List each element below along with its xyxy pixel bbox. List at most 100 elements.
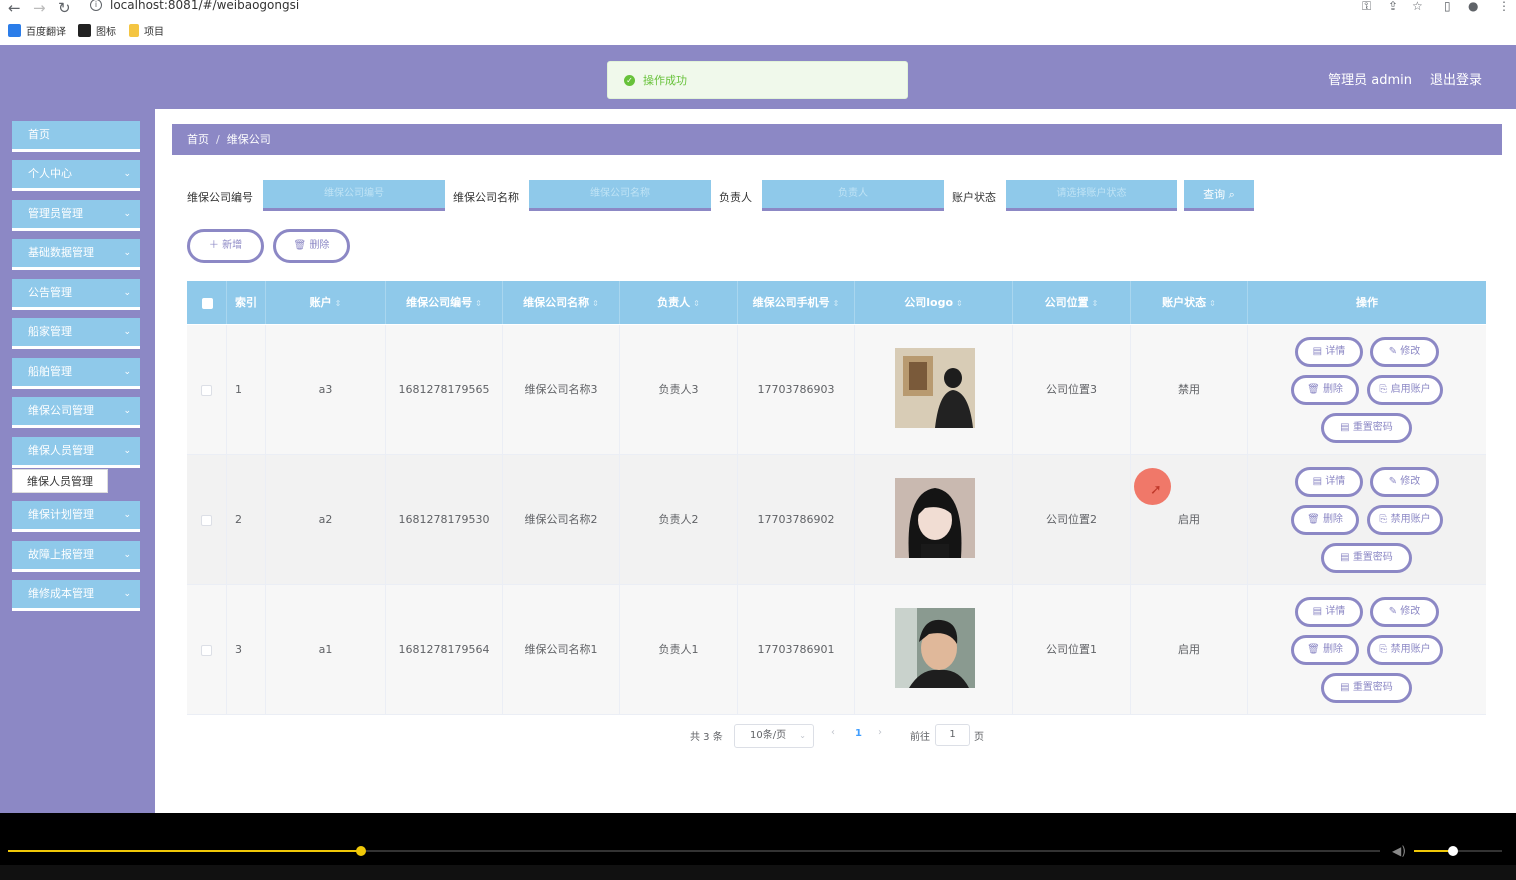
document-icon: ▤ bbox=[1340, 682, 1353, 693]
sidebar-item[interactable]: 管理员管理 ⌄ bbox=[12, 200, 140, 231]
prev-page-icon[interactable]: ‹ bbox=[831, 727, 835, 738]
cell-account: a1 bbox=[266, 585, 386, 715]
toggle-account-button[interactable]: ⎘ 启用账户 bbox=[1367, 375, 1443, 405]
sidebar-item-label: 首页 bbox=[28, 128, 50, 141]
next-page-icon[interactable]: › bbox=[878, 727, 882, 738]
sidebar-item-label: 管理员管理 bbox=[28, 207, 83, 220]
bookmark-item[interactable]: 图标 bbox=[78, 23, 116, 38]
toggle-account-button[interactable]: ⎘ 禁用账户 bbox=[1367, 635, 1443, 665]
page-suffix: 页 bbox=[974, 732, 984, 743]
company-logo-image[interactable] bbox=[895, 608, 975, 688]
search-button[interactable]: 查询 ⌕ bbox=[1184, 180, 1254, 211]
header-logo-label: 公司logo bbox=[904, 296, 954, 309]
table-header: 索引 账户 ⇕ 维保公司编号 ⇕ 维保公司名称 ⇕ 负责人 ⇕ 维保公司手机号 ⇕ 公司l… bbox=[187, 281, 1486, 324]
back-icon[interactable]: ← bbox=[8, 0, 21, 17]
company-name-input[interactable]: 维保公司名称 bbox=[529, 180, 711, 211]
row-checkbox[interactable] bbox=[201, 385, 212, 396]
row-checkbox[interactable] bbox=[201, 645, 212, 656]
goto-page-input[interactable]: 1 bbox=[935, 724, 970, 746]
company-code-input[interactable]: 维保公司编号 bbox=[263, 180, 445, 211]
header-company-name[interactable]: 维保公司名称 ⇕ bbox=[503, 281, 620, 324]
sidebar-item[interactable]: 个人中心 ⌄ bbox=[12, 160, 140, 191]
edit-button[interactable]: ✎ 修改 bbox=[1370, 467, 1439, 497]
sort-icon: ⇕ bbox=[956, 299, 963, 308]
toggle-account-button[interactable]: ⎘ 禁用账户 bbox=[1367, 505, 1443, 535]
header-location[interactable]: 公司位置 ⇕ bbox=[1013, 281, 1131, 324]
share-icon[interactable]: ⇪ bbox=[1388, 0, 1398, 13]
sidebar-item[interactable]: 维保公司管理 ⌄ bbox=[12, 397, 140, 428]
sidebar-item-label: 个人中心 bbox=[28, 167, 72, 180]
header-phone[interactable]: 维保公司手机号 ⇕ bbox=[738, 281, 855, 324]
sidebar-item[interactable]: 故障上报管理 ⌄ bbox=[12, 541, 140, 572]
reset-password-button[interactable]: ▤ 重置密码 bbox=[1321, 413, 1412, 443]
sidebar-item[interactable]: 维保计划管理 ⌄ bbox=[12, 501, 140, 532]
profile-icon[interactable]: ● bbox=[1468, 0, 1478, 13]
bulk-delete-button[interactable]: 🗑 删除 bbox=[273, 229, 350, 263]
select-all-checkbox[interactable] bbox=[202, 298, 213, 309]
bulk-delete-label: 删除 bbox=[309, 240, 330, 251]
forward-icon[interactable]: → bbox=[33, 0, 46, 17]
sidebar-item[interactable]: 维修成本管理 ⌄ bbox=[12, 580, 140, 611]
reload-icon[interactable]: ↻ bbox=[58, 0, 71, 17]
delete-button-label: 删除 bbox=[1322, 514, 1343, 525]
volume-icon[interactable]: ◀) bbox=[1392, 844, 1406, 858]
account-status-select[interactable]: 请选择账户状态 bbox=[1006, 180, 1177, 211]
company-logo-image[interactable] bbox=[895, 348, 975, 428]
edit-button[interactable]: ✎ 修改 bbox=[1370, 337, 1439, 367]
header-logo[interactable]: 公司logo ⇕ bbox=[855, 281, 1013, 324]
chevron-down-icon: ⌄ bbox=[123, 446, 131, 456]
volume-track[interactable] bbox=[1414, 850, 1502, 852]
sidebar-item-label: 故障上报管理 bbox=[28, 548, 94, 561]
bookmark-item[interactable]: 项目 bbox=[129, 23, 164, 38]
header-company-code[interactable]: 维保公司编号 ⇕ bbox=[386, 281, 503, 324]
plus-icon: ＋ bbox=[208, 240, 219, 251]
add-button[interactable]: ＋ 新增 bbox=[187, 229, 264, 263]
sidebar-item[interactable]: 首页 bbox=[12, 121, 140, 152]
sidebar-item[interactable]: 公告管理 ⌄ bbox=[12, 279, 140, 310]
sidebar-item-label: 维修成本管理 bbox=[28, 587, 94, 600]
delete-button-label: 删除 bbox=[1322, 384, 1343, 395]
add-button-label: 新增 bbox=[222, 240, 243, 251]
volume-knob[interactable] bbox=[1448, 846, 1458, 856]
owner-input[interactable]: 负责人 bbox=[762, 180, 944, 211]
row-checkbox[interactable] bbox=[201, 515, 212, 526]
sidebar-item[interactable]: 维保人员管理 ⌄ bbox=[12, 437, 140, 468]
menu-icon[interactable]: ⋮ bbox=[1498, 0, 1510, 13]
sidepanel-icon[interactable]: ▯ bbox=[1444, 0, 1451, 13]
detail-button[interactable]: ▤ 详情 bbox=[1295, 467, 1363, 497]
company-logo-image[interactable] bbox=[895, 478, 975, 558]
star-icon[interactable]: ☆ bbox=[1412, 0, 1423, 13]
key-icon[interactable]: ⚿ bbox=[1362, 0, 1371, 14]
detail-button[interactable]: ▤ 详情 bbox=[1295, 337, 1363, 367]
header-status[interactable]: 账户状态 ⇕ bbox=[1131, 281, 1248, 324]
header-account-label: 账户 bbox=[309, 296, 332, 309]
url-text[interactable]: localhost:8081/#/weibaogongsi bbox=[110, 0, 299, 12]
page-number[interactable]: 1 bbox=[855, 728, 862, 739]
sidebar-item[interactable]: 基础数据管理 ⌄ bbox=[12, 239, 140, 270]
reset-password-button[interactable]: ▤ 重置密码 bbox=[1321, 543, 1412, 573]
logout-link[interactable]: 退出登录 bbox=[1430, 69, 1482, 88]
header-phone-label: 维保公司手机号 bbox=[752, 296, 830, 309]
header-owner[interactable]: 负责人 ⇕ bbox=[620, 281, 738, 324]
sidebar-item[interactable]: 船家管理 ⌄ bbox=[12, 318, 140, 349]
bookmark-item[interactable]: 百度翻译 bbox=[8, 23, 66, 38]
delete-button[interactable]: 🗑 删除 bbox=[1291, 635, 1359, 665]
sidebar-item[interactable]: 船舶管理 ⌄ bbox=[12, 358, 140, 389]
site-info-icon[interactable]: i bbox=[90, 0, 102, 11]
page-size-select[interactable]: 10条/页 ⌄ bbox=[734, 724, 814, 748]
submenu-item-maintenance-staff[interactable]: 维保人员管理 bbox=[12, 469, 108, 493]
breadcrumb-home[interactable]: 首页 bbox=[187, 133, 209, 146]
row-select-cell bbox=[187, 585, 227, 715]
detail-button-label: 详情 bbox=[1325, 346, 1346, 357]
reset-password-button[interactable]: ▤ 重置密码 bbox=[1321, 673, 1412, 703]
detail-button[interactable]: ▤ 详情 bbox=[1295, 597, 1363, 627]
video-seek-track[interactable] bbox=[8, 850, 1380, 852]
browser-address-bar: ← → ↻ i localhost:8081/#/weibaogongsi ⚿ … bbox=[0, 0, 1516, 17]
video-seek-knob[interactable] bbox=[356, 846, 366, 856]
delete-button[interactable]: 🗑 删除 bbox=[1291, 505, 1359, 535]
header-account[interactable]: 账户 ⇕ bbox=[266, 281, 386, 324]
edit-button[interactable]: ✎ 修改 bbox=[1370, 597, 1439, 627]
chevron-down-icon: ⌄ bbox=[123, 589, 131, 599]
delete-button[interactable]: 🗑 删除 bbox=[1291, 375, 1359, 405]
cell-code: 1681278179530 bbox=[386, 455, 503, 585]
